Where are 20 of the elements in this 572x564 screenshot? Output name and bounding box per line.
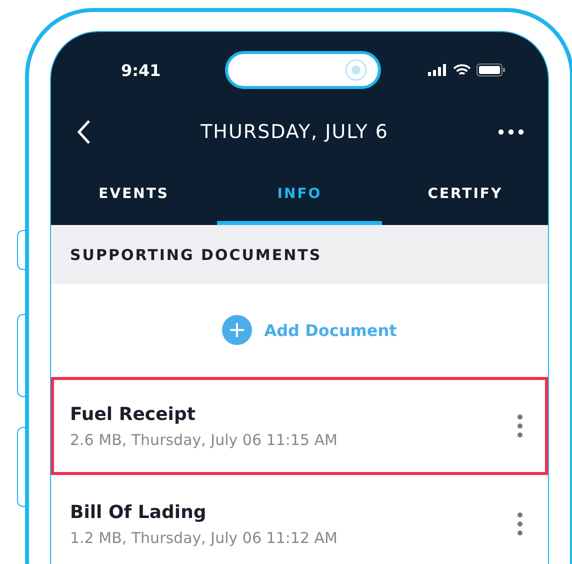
header-title: THURSDAY, JULY 6	[200, 121, 388, 143]
document-name: Fuel Receipt	[70, 404, 196, 424]
more-vertical-icon[interactable]	[517, 512, 523, 536]
back-icon[interactable]	[77, 119, 91, 145]
document-details: 2.6 MB, Thursday, July 06 11:15 AM	[70, 430, 338, 448]
document-name: Bill Of Lading	[70, 502, 208, 522]
wifi-icon	[452, 64, 471, 76]
battery-icon	[476, 63, 506, 77]
document-row[interactable]: Bill Of Lading 1.2 MB, Thursday, July 06 11:12 AM	[51, 475, 548, 564]
status-time: 9:41	[121, 60, 161, 80]
plus-icon	[222, 315, 252, 345]
tab[interactable]: EVENTS	[51, 180, 217, 225]
signal-icon	[428, 64, 448, 76]
camera-icon	[344, 58, 368, 82]
document-details: 1.2 MB, Thursday, July 06 11:12 AM	[70, 528, 338, 546]
tab[interactable]: CERTIFY	[382, 180, 548, 225]
document-row[interactable]: Fuel Receipt 2.6 MB, Thursday, July 06 11:15 AM	[51, 377, 548, 475]
more-icon[interactable]	[498, 129, 524, 135]
more-vertical-icon[interactable]	[517, 414, 523, 438]
section-title: SUPPORTING DOCUMENTS	[51, 225, 548, 284]
